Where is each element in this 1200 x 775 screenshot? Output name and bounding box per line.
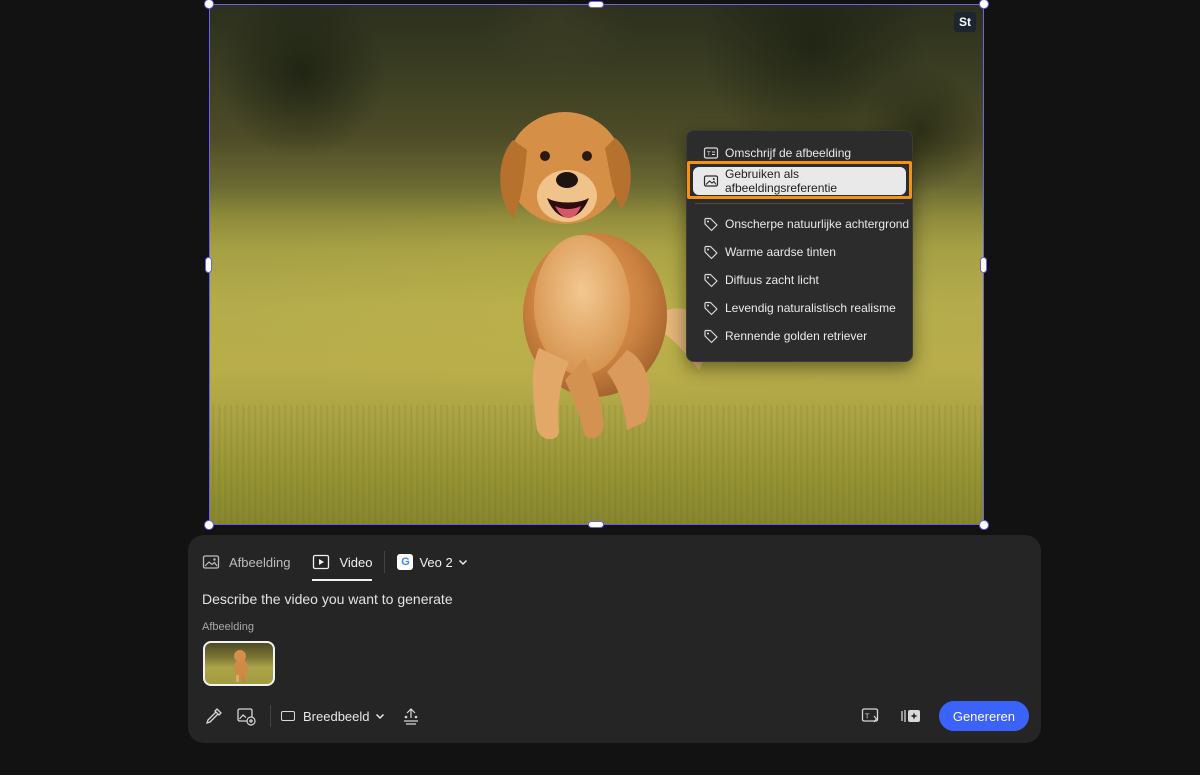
- context-menu: T Omschrijf de afbeelding Gebruiken als …: [686, 130, 913, 362]
- bottom-toolbar: Breedbeeld T Genereren: [202, 701, 1029, 731]
- divider: [270, 705, 271, 727]
- menu-item-tag[interactable]: Onscherpe natuurlijke achtergrond: [687, 210, 912, 238]
- image-icon: [703, 175, 719, 187]
- reference-image-thumbnail[interactable]: [203, 641, 275, 686]
- tab-image[interactable]: Afbeelding: [202, 549, 290, 575]
- tag-icon: [704, 245, 718, 260]
- google-logo-icon: G: [397, 554, 414, 570]
- eyedropper-icon: [205, 708, 222, 725]
- tag-icon: [704, 273, 718, 288]
- menu-item-label: Gebruiken als afbeeldingsreferentie: [725, 167, 838, 195]
- credits-button[interactable]: [899, 704, 923, 728]
- resize-handle-bottom[interactable]: [588, 521, 604, 528]
- chevron-down-icon: [458, 559, 467, 566]
- aspect-ratio-icon: [281, 711, 295, 721]
- add-image-button[interactable]: [234, 704, 258, 728]
- resize-handle-bottom-left[interactable]: [204, 520, 214, 530]
- svg-text:T: T: [864, 713, 870, 721]
- describe-icon: T: [703, 147, 719, 159]
- camera-motion-button[interactable]: [399, 704, 423, 728]
- dog-thumbnail-icon: [234, 650, 248, 682]
- tag-icon: [704, 329, 718, 344]
- menu-item-label: Warme aardse tinten: [725, 245, 836, 259]
- menu-item-tag[interactable]: Rennende golden retriever: [687, 322, 912, 350]
- resize-handle-bottom-right[interactable]: [979, 520, 989, 530]
- menu-item-label: Diffuus zacht licht: [725, 273, 819, 287]
- aspect-ratio-label: Breedbeeld: [303, 708, 370, 724]
- style-picker-button[interactable]: [202, 704, 226, 728]
- menu-item-describe-image[interactable]: T Omschrijf de afbeelding: [687, 139, 912, 167]
- tab-label: Afbeelding: [229, 554, 291, 570]
- menu-item-tag[interactable]: Diffuus zacht licht: [687, 266, 912, 294]
- svg-text:T: T: [706, 151, 711, 158]
- enhance-prompt-button[interactable]: T: [859, 704, 883, 728]
- resize-handle-right[interactable]: [980, 257, 987, 273]
- tab-video[interactable]: Video: [312, 549, 373, 581]
- tab-label: Video: [339, 554, 373, 570]
- generate-button[interactable]: Genereren: [938, 701, 1029, 731]
- menu-item-label: Levendig naturalistisch realisme: [725, 301, 896, 315]
- menu-item-label: Omschrijf de afbeelding: [725, 146, 852, 160]
- film-sparkle-icon: [901, 710, 920, 722]
- model-label: Veo 2: [419, 554, 453, 570]
- golden-retriever-image: [500, 112, 706, 440]
- divider: [384, 551, 386, 573]
- reference-label: Afbeelding: [202, 621, 254, 633]
- resize-handle-top-right[interactable]: [979, 0, 989, 9]
- aspect-ratio-dropdown[interactable]: Breedbeeld: [281, 709, 385, 724]
- chevron-down-icon: [375, 713, 384, 720]
- prompt-input[interactable]: Describe the video you want to generate: [202, 591, 453, 607]
- menu-item-label: Rennende golden retriever: [725, 329, 868, 343]
- image-icon: [202, 555, 220, 569]
- menu-item-label: Onscherpe natuurlijke achtergrond: [725, 217, 910, 231]
- stock-badge: St: [954, 12, 976, 32]
- menu-item-tag[interactable]: Warme aardse tinten: [687, 238, 912, 266]
- model-dropdown[interactable]: G Veo 2: [397, 554, 467, 570]
- mode-tabs: Afbeelding Video G Veo 2: [202, 549, 468, 581]
- menu-divider: [695, 203, 904, 204]
- menu-item-use-as-image-reference[interactable]: Gebruiken als afbeeldingsreferentie: [693, 167, 906, 195]
- menu-item-tag[interactable]: Levendig naturalistisch realisme: [687, 294, 912, 322]
- resize-handle-top[interactable]: [588, 1, 604, 8]
- tag-icon: [704, 301, 718, 316]
- camera-motion-icon: [403, 708, 418, 725]
- video-play-icon: [313, 554, 330, 570]
- prompt-panel: Afbeelding Video G Veo 2 Describe the vi…: [188, 535, 1041, 743]
- tag-icon: [704, 217, 718, 232]
- text-sparkle-icon: T: [861, 708, 878, 723]
- resize-handle-left[interactable]: [205, 257, 212, 273]
- image-add-icon: [237, 708, 256, 726]
